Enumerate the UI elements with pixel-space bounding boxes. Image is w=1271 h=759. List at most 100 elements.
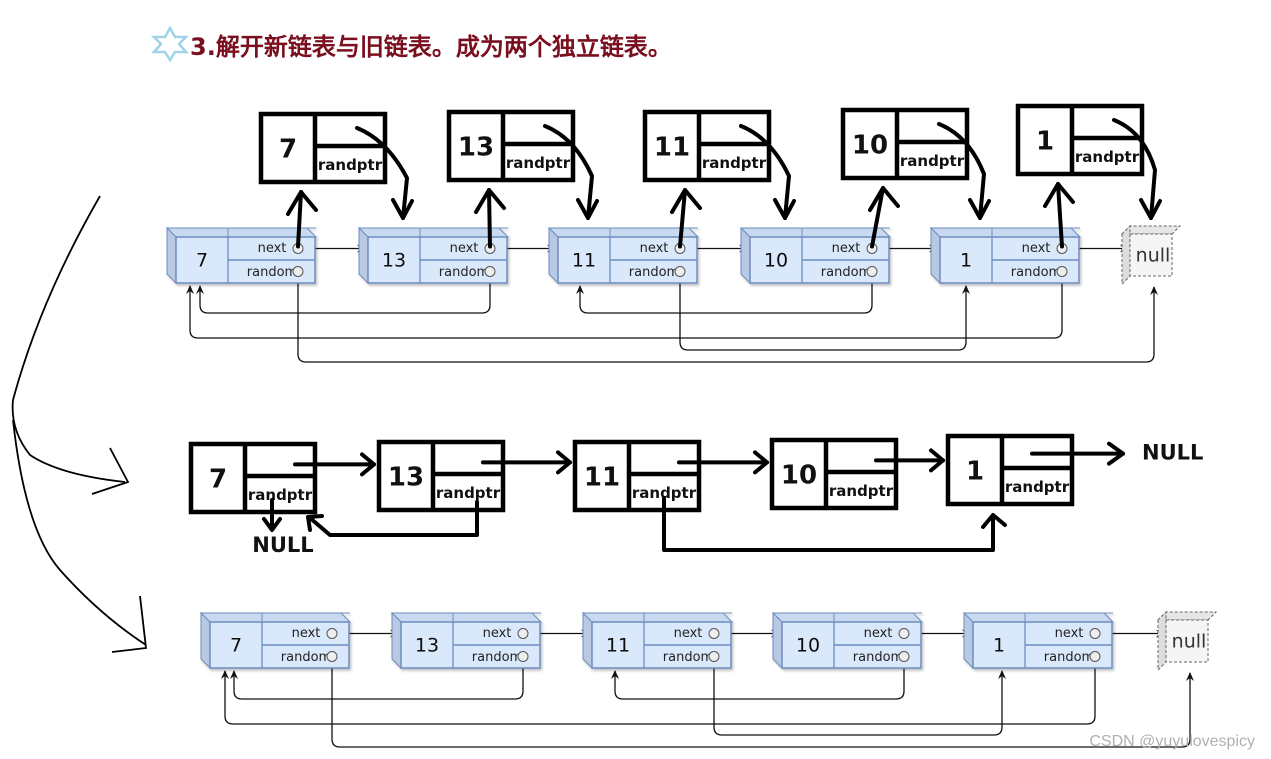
arrow-head xyxy=(868,186,900,212)
next-label: next xyxy=(674,626,703,641)
random-pointer-dot xyxy=(292,266,304,277)
copy-node-value: 11 xyxy=(584,463,620,493)
node-value: 13 xyxy=(415,635,439,657)
random-pointer-dot xyxy=(1089,651,1101,662)
next-pointer-dot xyxy=(517,628,529,639)
random-pointer-dot xyxy=(898,651,910,662)
original-node-10: 10 next random xyxy=(739,226,892,285)
old-next-to-copy-arrow xyxy=(487,188,492,249)
next-pointer-dot xyxy=(898,628,910,639)
random-label: random xyxy=(281,650,331,665)
random-pointer-dot xyxy=(866,266,878,277)
random-label: random xyxy=(663,650,713,665)
random-label: random xyxy=(472,650,522,665)
node-value: 1 xyxy=(993,635,1005,657)
split-arrow-lower xyxy=(12,419,147,646)
node-value: 10 xyxy=(764,250,788,272)
next-pointer-dot xyxy=(1089,628,1101,639)
randptr-7-null-label: NULL xyxy=(252,533,313,557)
copy-node-value: 13 xyxy=(458,133,494,163)
random-label: random xyxy=(629,265,679,280)
random-label: random xyxy=(821,265,871,280)
next-label: next xyxy=(483,626,512,641)
restored-node-11: 11 next random xyxy=(581,611,734,670)
random-pointer-dot xyxy=(708,651,720,662)
copy-node-top-11: 11 randptr xyxy=(642,109,772,183)
next-label: next xyxy=(864,626,893,641)
copy-node-value: 10 xyxy=(781,461,817,491)
copy-node-top-7: 7 randptr xyxy=(258,111,388,185)
restored-node-1: 1 next random xyxy=(962,611,1115,670)
random-pointer-dot xyxy=(484,266,496,277)
copy-node-separated-7: 7 randptr xyxy=(188,441,318,515)
copy-node-separated-10: 10 randptr xyxy=(769,437,899,511)
randptr-label: randptr xyxy=(829,482,894,500)
node-value: 11 xyxy=(572,250,596,272)
arrow-head xyxy=(91,447,130,495)
next-label: next xyxy=(1022,241,1051,256)
restored-node-10: 10 next random xyxy=(771,611,924,670)
node-value: 7 xyxy=(230,635,242,657)
node-value: 1 xyxy=(960,250,972,272)
next-label: next xyxy=(292,626,321,641)
random-pointer-dot xyxy=(326,651,338,662)
randptr-label: randptr xyxy=(318,156,383,174)
randptr-label: randptr xyxy=(506,154,571,172)
copy-node-separated-1: 1 randptr xyxy=(945,433,1075,507)
randptr-label: randptr xyxy=(436,484,501,502)
next-label: next xyxy=(640,241,669,256)
randptr-label: randptr xyxy=(248,486,313,504)
original-node-13: 13 next random xyxy=(357,226,510,285)
next-pointer-dot xyxy=(326,628,338,639)
restored-null-node: null xyxy=(1156,610,1218,672)
random-label: random xyxy=(1044,650,1094,665)
watermark: CSDN @yuyulovespicy xyxy=(1089,733,1255,750)
next-pointer-dot xyxy=(708,628,720,639)
copy-node-value: 1 xyxy=(966,457,984,487)
node-value: 13 xyxy=(382,250,406,272)
randptr-label: randptr xyxy=(702,154,767,172)
node-value: 11 xyxy=(606,635,630,657)
random-label: random xyxy=(853,650,903,665)
random-label: random xyxy=(247,265,297,280)
randptr-label: randptr xyxy=(1075,148,1140,166)
split-arrow-upper xyxy=(11,195,126,483)
next-label: next xyxy=(1055,626,1084,641)
restored-node-13: 13 next random xyxy=(390,611,543,670)
random-label: random xyxy=(439,265,489,280)
random-label: random xyxy=(1011,265,1061,280)
random-1-to-7 xyxy=(221,661,1096,725)
next-label: next xyxy=(450,241,479,256)
null-label: null xyxy=(1136,245,1171,267)
copy-node-value: 1 xyxy=(1036,127,1054,157)
copy-node-separated-11: 11randptr xyxy=(572,439,702,513)
copy-node-value: 7 xyxy=(209,465,227,495)
null-label: null xyxy=(1172,631,1207,653)
null-terminal-label: NULL xyxy=(1142,441,1203,465)
randptr-label: randptr xyxy=(1005,478,1070,496)
original-node-1: 1 next random xyxy=(929,226,1082,285)
random-pointer-dot xyxy=(1056,266,1068,277)
original-node-11: 11 next random xyxy=(547,226,700,285)
random-7-to-null xyxy=(331,661,1194,748)
original-node-7: 7 next random xyxy=(165,226,318,285)
copy-node-top-13: 13 randptr xyxy=(446,109,576,183)
copy-node-value: 10 xyxy=(852,131,888,161)
hand-drawn-annotations: NULL NULL xyxy=(11,118,1203,653)
original-null-node: null xyxy=(1120,224,1182,286)
node-value: 7 xyxy=(196,250,208,272)
random-1-to-7 xyxy=(186,276,1063,339)
copy-node-value: 11 xyxy=(654,133,690,163)
random-7-to-null xyxy=(297,276,1158,363)
node-value: 10 xyxy=(796,635,820,657)
random-pointer-dot xyxy=(517,651,529,662)
copy-node-value: 13 xyxy=(388,463,424,493)
next-label: next xyxy=(832,241,861,256)
diagram-canvas: 7nextrandom13nextrandom11nextrandom10nex… xyxy=(11,103,1218,748)
randptr-label: randptr xyxy=(900,152,965,170)
copy-node-value: 7 xyxy=(279,135,297,165)
restored-node-7: 7 next random xyxy=(199,611,352,670)
copy-node-separated-13: 13 randptr xyxy=(376,439,506,513)
copy-node-top-10: 10 randptr xyxy=(840,107,970,181)
next-label: next xyxy=(258,241,287,256)
